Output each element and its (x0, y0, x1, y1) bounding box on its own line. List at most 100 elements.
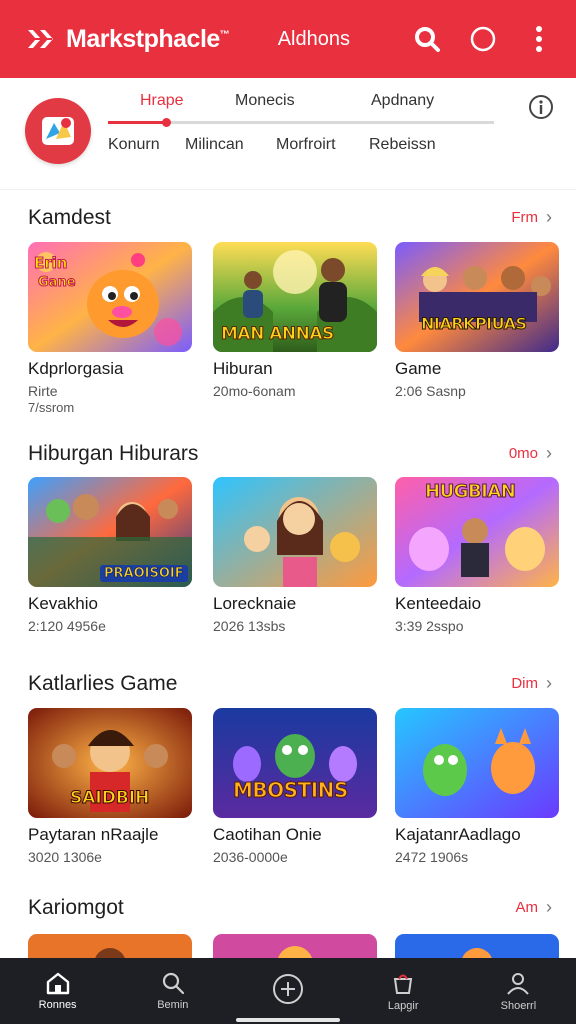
search-icon (162, 972, 184, 995)
game-thumbnail: PRAOISOIF (28, 477, 192, 587)
card-title: Kdprlorgasia (28, 359, 124, 378)
game-card[interactable]: PRAOISOIF Kevakhio 2:120 4956e (28, 477, 192, 634)
chevron-right-icon: › (546, 443, 552, 463)
info-icon[interactable] (528, 94, 554, 120)
game-card[interactable]: NIARKPIUAS Game 2:06 Sasnp (395, 242, 559, 399)
nav-home[interactable]: Ronnes (0, 958, 115, 1024)
see-more-link[interactable]: Frm › (511, 207, 552, 228)
game-thumbnail: NIARKPIUAS (395, 242, 559, 352)
game-thumbnail[interactable] (213, 934, 377, 958)
game-thumbnail: MBOSTINS (213, 708, 377, 818)
bottom-nav: Ronnes Bemin Lapgir Shoerrl (0, 958, 576, 1024)
game-thumbnail: HUGBIAN (395, 477, 559, 587)
home-icon (46, 972, 69, 995)
see-more-link[interactable]: Am › (516, 897, 553, 918)
game-card[interactable]: MBOSTINS Caotihan Onie 2036-0000e (213, 708, 377, 865)
filter-chip[interactable]: Milincan (185, 136, 244, 154)
card-meta: 7/ssrom (28, 400, 75, 415)
game-banner-text: NIARKPIUAS (421, 314, 528, 334)
card-title: KajatanrAadlago (395, 825, 521, 844)
game-thumbnail: MAN ANNAS (213, 242, 377, 352)
app-header: Markstphacle™ Aldhons (0, 0, 576, 78)
tab-indicator-handle[interactable] (161, 118, 171, 127)
game-card[interactable]: SAIDBIH Paytaran nRaajle 3020 1306e (28, 708, 192, 865)
chevron-right-icon: › (546, 673, 552, 693)
card-title: Lorecknaie (213, 594, 297, 613)
card-title: Kevakhio (28, 594, 98, 613)
nav-bag[interactable]: Lapgir (346, 958, 461, 1024)
nav-profile[interactable]: Shoerrl (461, 958, 576, 1024)
category-nav: Hrape Monecis Apdnany Konurn Milincan Mo… (0, 78, 576, 190)
card-subtitle: 2036-0000e (213, 849, 288, 865)
nav-search[interactable]: Bemin (115, 958, 230, 1024)
game-logo-art: Erin Gane (34, 254, 77, 291)
game-thumbnail[interactable] (395, 934, 559, 958)
bag-icon (394, 974, 413, 994)
game-card[interactable]: Erin Gane Kdprlorgasia Rirte 7/ssrom (28, 242, 192, 415)
card-subtitle: 2:120 4956e (28, 618, 106, 634)
tab-indicator-fill (108, 121, 166, 124)
section-title: Kamdest (28, 206, 111, 229)
home-indicator[interactable] (236, 1018, 340, 1022)
game-thumbnail (395, 708, 559, 818)
add-circle-icon (273, 974, 303, 1004)
tab-apdnany[interactable]: Apdnany (371, 92, 434, 110)
game-thumbnail (213, 477, 377, 587)
chevron-right-icon: › (546, 897, 552, 917)
filter-row: Konurn Milincan Morfroirt Rebeissn (108, 136, 468, 158)
nav-add[interactable] (230, 958, 345, 1024)
section-katlarlies: Katlarlies Game Dim › SAIDBIH Paytaran nR… (0, 666, 576, 896)
see-more-link[interactable]: 0mo › (509, 443, 552, 464)
tabs-row: Hrape Monecis Apdnany (110, 92, 490, 114)
game-thumbnail: Erin Gane (28, 242, 192, 352)
card-title: Hiburan (213, 359, 273, 378)
game-card[interactable]: HUGBIAN Kenteedaio 3:39 2sspo (395, 477, 559, 634)
circle-icon[interactable] (468, 24, 498, 54)
card-title: Caotihan Onie (213, 825, 322, 844)
card-title: Paytaran nRaajle (28, 825, 159, 844)
card-title: Kenteedaio (395, 594, 482, 613)
tab-indicator-track (108, 118, 494, 127)
header-link[interactable]: Aldhons (278, 28, 350, 51)
game-banner-text: MBOSTINS (233, 778, 349, 803)
chevron-right-icon: › (546, 207, 552, 227)
game-banner-text: HUGBIAN (424, 481, 516, 503)
card-subtitle: 2026 13sbs (213, 618, 286, 634)
game-card[interactable]: MAN ANNAS Hiburan 20mo-6onam (213, 242, 377, 399)
section-title: Katlarlies Game (28, 672, 178, 695)
nav-label: Bemin (157, 999, 189, 1011)
brand-avatar[interactable] (25, 98, 91, 164)
game-card[interactable]: Lorecknaie 2026 13sbs (213, 477, 377, 634)
filter-chip[interactable]: Konurn (108, 136, 160, 154)
card-subtitle: 2:06 Sasnp (395, 383, 466, 399)
game-banner-text: PRAOISOIF (100, 565, 188, 582)
card-subtitle: 2472 1906s (395, 849, 469, 865)
search-icon[interactable] (412, 24, 442, 54)
card-subtitle: 3:39 2sspo (395, 618, 464, 634)
filter-chip[interactable]: Rebeissn (369, 136, 436, 154)
brand-logo-icon (42, 117, 74, 145)
app-title: Markstphacle™ (66, 24, 230, 53)
section-title: Kariomgot (28, 896, 124, 919)
nav-label: Lapgir (387, 1000, 419, 1012)
card-subtitle: 20mo-6onam (213, 383, 296, 399)
tab-monecis[interactable]: Monecis (235, 92, 295, 110)
filter-chip[interactable]: Morfroirt (276, 136, 336, 154)
game-thumbnail: SAIDBIH (28, 708, 192, 818)
game-card[interactable]: KajatanrAadlago 2472 1906s (395, 708, 559, 865)
section-hiburgan: Hiburgan Hiburars 0mo › PRAOISOIF Kevakhi… (0, 436, 576, 666)
game-thumbnail[interactable] (28, 934, 192, 958)
more-vertical-icon[interactable] (524, 24, 554, 54)
nav-label: Ronnes (38, 999, 77, 1011)
tab-hrape[interactable]: Hrape (140, 92, 184, 110)
game-banner-text: SAIDBIH (69, 788, 150, 809)
card-subtitle: 3020 1306e (28, 849, 102, 865)
see-more-link[interactable]: Dim › (511, 673, 552, 694)
section-kamdest: Kamdest Frm › Erin Gane Kdprlorgasia Rirte… (0, 200, 576, 430)
card-title: Game (395, 359, 442, 378)
game-banner-text: MAN ANNAS (221, 324, 335, 345)
svg-text:Erin: Erin (34, 254, 67, 272)
logo-icon (28, 30, 53, 48)
card-subtitle: Rirte (28, 383, 58, 399)
nav-label: Shoerrl (500, 1000, 537, 1012)
